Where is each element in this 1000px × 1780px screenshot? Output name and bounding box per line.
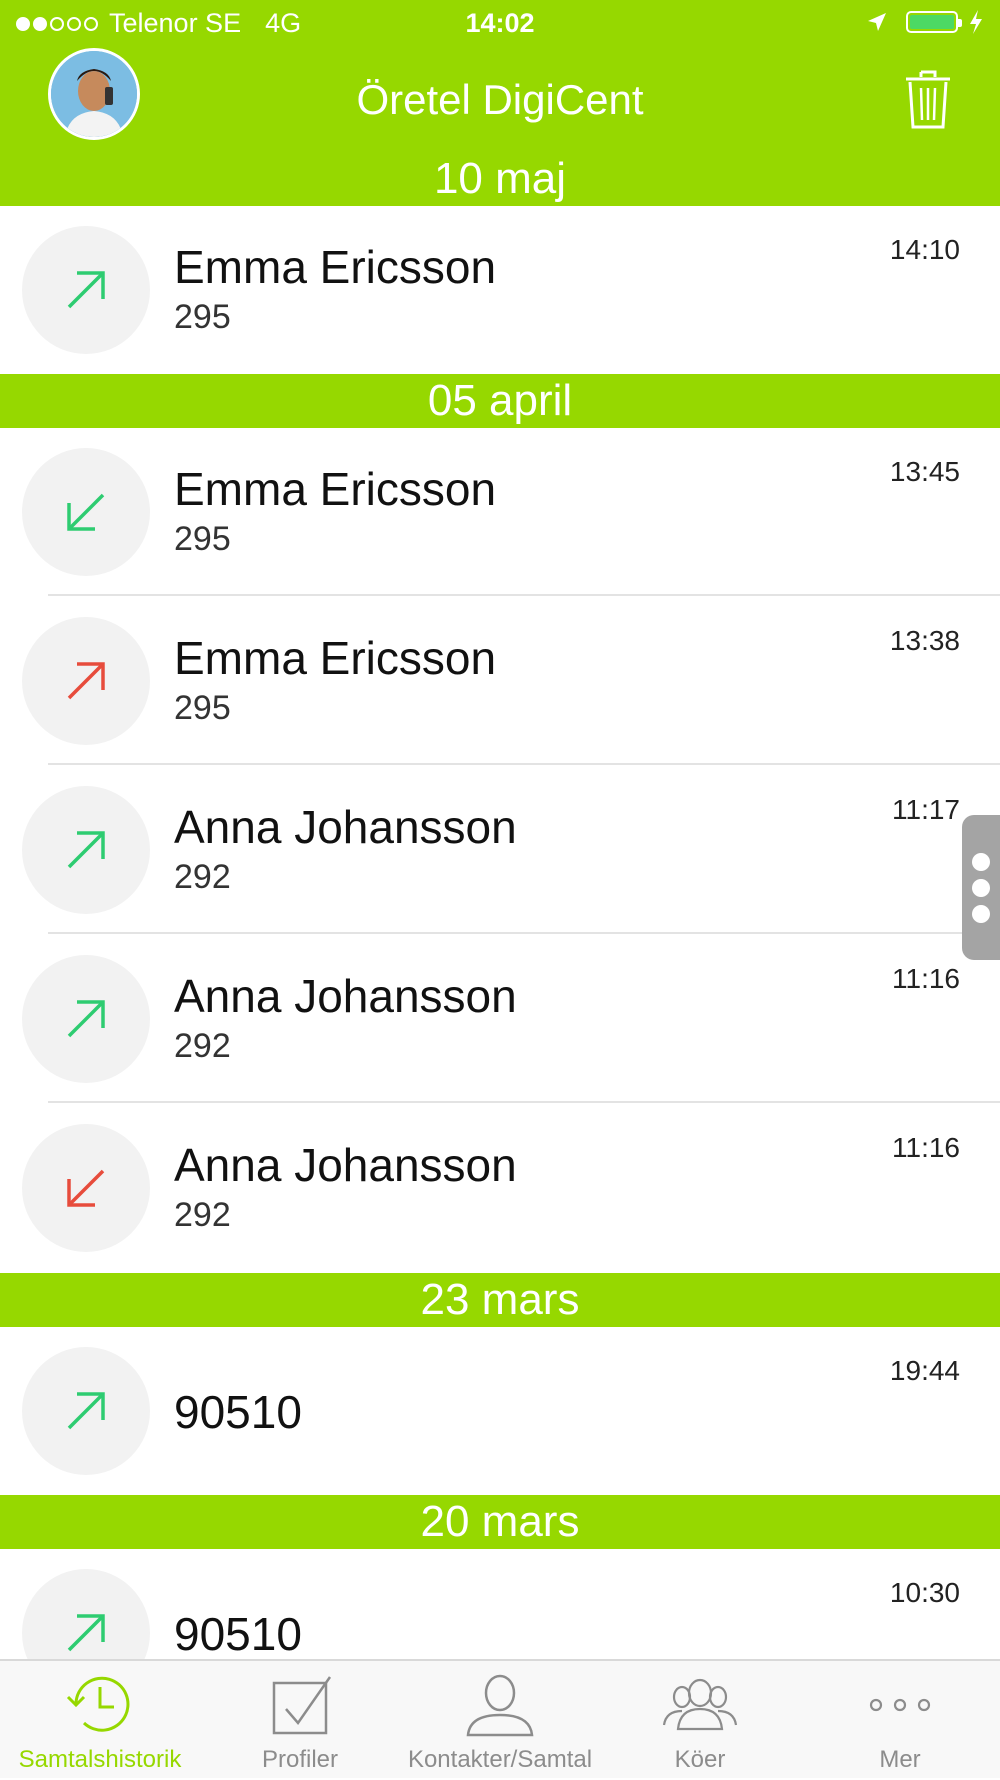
- tab-kontakter-samtal[interactable]: Kontakter/Samtal: [400, 1661, 600, 1780]
- contact-extension: 295: [174, 689, 231, 727]
- contact-name: 90510: [174, 1386, 302, 1438]
- arrow-down-left-icon: [67, 1169, 105, 1207]
- contact-name: Emma Ericsson: [174, 632, 497, 684]
- call-direction-badge: [22, 955, 150, 1083]
- call-time: 11:16: [892, 1132, 960, 1163]
- arrow-up-right-icon: [67, 1614, 105, 1652]
- row-divider: [48, 594, 1000, 596]
- handle-dot-icon: [972, 905, 990, 923]
- call-row[interactable]: Emma Ericsson 295 14:10: [0, 206, 1000, 374]
- call-time: 13:45: [889, 456, 960, 487]
- date-label: 23 mars: [420, 1275, 580, 1324]
- charging-bolt-icon: [970, 10, 982, 34]
- tab-koer[interactable]: Köer: [600, 1661, 800, 1780]
- tab-label: Profiler: [261, 1746, 339, 1773]
- call-direction-badge: [22, 226, 150, 354]
- call-row[interactable]: Emma Ericsson 295 13:45: [0, 428, 1000, 596]
- row-divider: [48, 1101, 1000, 1103]
- status-right: [866, 10, 984, 34]
- contact-extension: 295: [174, 520, 231, 558]
- tab-mer[interactable]: Mer: [800, 1661, 1000, 1780]
- tab-label: Köer: [674, 1746, 726, 1773]
- row-divider: [48, 932, 1000, 934]
- handle-dot-icon: [972, 879, 990, 897]
- contact-extension: 292: [174, 1027, 231, 1065]
- call-time: 14:10: [889, 234, 960, 265]
- arrow-up-right-icon: [67, 1392, 105, 1430]
- call-row[interactable]: Anna Johansson 292 11:16: [0, 1104, 1000, 1272]
- history-clock-icon: [66, 1676, 130, 1732]
- tab-profiler[interactable]: Profiler: [200, 1661, 400, 1780]
- tab-samtalshistorik[interactable]: Samtalshistorik: [0, 1661, 200, 1780]
- arrow-up-right-icon: [67, 1000, 105, 1038]
- contact-name: Anna Johansson: [174, 1139, 517, 1191]
- call-time: 13:38: [889, 625, 960, 656]
- tab-label: Mer: [879, 1746, 921, 1773]
- date-label: 10 maj: [433, 154, 567, 203]
- call-direction-badge: [22, 1347, 150, 1475]
- call-time: 11:17: [892, 794, 960, 825]
- arrow-up-right-icon: [67, 271, 105, 309]
- tab-label: Samtalshistorik: [18, 1746, 182, 1773]
- call-direction-badge: [22, 786, 150, 914]
- arrow-up-right-icon: [67, 662, 105, 700]
- more-dots-icon: [869, 1698, 931, 1712]
- arrow-down-left-icon: [67, 493, 105, 531]
- person-icon: [466, 1674, 534, 1737]
- battery-icon: [906, 11, 962, 33]
- call-time: 10:30: [889, 1577, 960, 1608]
- app-title: Öretel DigiCent: [356, 76, 644, 123]
- arrow-up-right-icon: [67, 831, 105, 869]
- call-row[interactable]: 90510 19:44: [0, 1327, 1000, 1495]
- date-label: 05 april: [427, 376, 573, 425]
- trash-icon[interactable]: [904, 68, 952, 130]
- call-row[interactable]: Emma Ericsson 295 13:38: [0, 597, 1000, 765]
- status-bar: Telenor SE 4G 14:02: [0, 0, 1000, 50]
- location-arrow-icon: [868, 13, 886, 31]
- date-label: 20 mars: [420, 1497, 580, 1546]
- checkbox-icon: [272, 1676, 332, 1735]
- contact-name: Anna Johansson: [174, 801, 517, 853]
- contact-extension: 292: [174, 1196, 231, 1234]
- date-header: 10 maj: [0, 152, 1000, 206]
- contact-name: Emma Ericsson: [174, 241, 497, 293]
- status-time: 14:02: [465, 8, 535, 38]
- contact-name: Emma Ericsson: [174, 463, 497, 515]
- date-header: 20 mars: [0, 1495, 1000, 1549]
- date-header: 23 mars: [0, 1273, 1000, 1327]
- call-time: 11:16: [892, 963, 960, 994]
- row-divider: [48, 763, 1000, 765]
- tab-bar: Samtalshistorik Profiler Kontakter/Samta…: [0, 1659, 1000, 1778]
- call-time: 19:44: [889, 1355, 960, 1386]
- tab-label: Kontakter/Samtal: [407, 1746, 593, 1773]
- call-row[interactable]: Anna Johansson 292 11:17: [0, 766, 1000, 934]
- contact-name: Anna Johansson: [174, 970, 517, 1022]
- side-drawer-handle[interactable]: [962, 815, 1000, 960]
- contact-extension: 292: [174, 858, 231, 896]
- call-direction-badge: [22, 617, 150, 745]
- handle-dot-icon: [972, 853, 990, 871]
- call-row[interactable]: Anna Johansson 292 11:16: [0, 935, 1000, 1103]
- contact-name: 90510: [174, 1608, 302, 1660]
- call-direction-badge: [22, 1124, 150, 1252]
- group-icon: [662, 1678, 738, 1731]
- call-direction-badge: [22, 448, 150, 576]
- contact-extension: 295: [174, 298, 231, 336]
- date-header: 05 april: [0, 374, 1000, 428]
